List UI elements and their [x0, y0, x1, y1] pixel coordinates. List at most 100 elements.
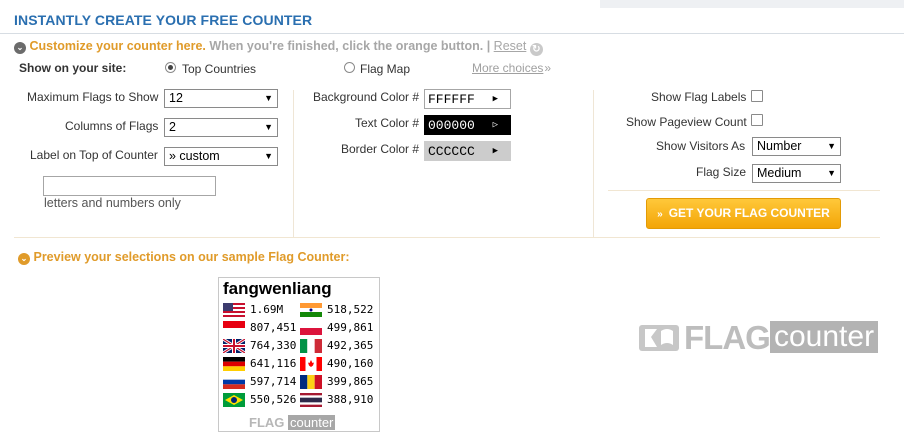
divider: [593, 90, 594, 237]
max-flags-label: Maximum Flags to Show: [27, 90, 159, 104]
dropdown-arrow-icon: ▼: [264, 122, 273, 132]
more-choices-label[interactable]: More choices: [472, 61, 543, 75]
gb-flag-icon: [223, 339, 245, 353]
label-top-value: » custom: [169, 149, 220, 163]
widget-logo: FLAG counter: [249, 415, 336, 430]
label-top-label: Label on Top of Counter: [30, 148, 158, 162]
max-flags-select[interactable]: 12 ▼: [164, 89, 278, 108]
visitor-count: 550,526: [250, 393, 297, 406]
th-flag-icon: [300, 393, 322, 407]
columns-label: Columns of Flags: [65, 119, 159, 133]
dropdown-arrow-icon: ▼: [827, 168, 836, 178]
page-title: INSTANTLY CREATE YOUR FREE COUNTER: [14, 12, 313, 28]
it-flag-icon: [300, 339, 322, 353]
columns-select[interactable]: 2 ▼: [164, 118, 278, 137]
visitor-count: 764,330: [250, 339, 297, 352]
subheader: ⌄ Customize your counter here. When you'…: [14, 39, 543, 56]
radio-top-countries-label[interactable]: Top Countries: [182, 62, 256, 76]
max-flags-value: 12: [169, 91, 183, 105]
visitor-count: 399,865: [327, 375, 374, 388]
visitor-count: 499,861: [327, 321, 374, 334]
visitor-count: 1.69M: [250, 303, 284, 316]
flag-counter-preview: fangwenliang 1.69M 518,522 807,451 499,8…: [218, 277, 380, 432]
subheader-rest: When you're finished, click the orange b…: [205, 39, 494, 53]
visitor-count: 518,522: [327, 303, 374, 316]
list-item: 764,330 492,365: [223, 337, 383, 355]
visitors-as-value: Number: [757, 139, 802, 153]
bg-color-label: Background Color #: [313, 90, 420, 104]
custom-label-input[interactable]: [43, 176, 216, 196]
chevron-down-icon: ⌄: [18, 253, 30, 265]
widget-logo-counter: counter: [288, 415, 336, 430]
columns-value: 2: [169, 120, 176, 134]
divider: [14, 237, 880, 238]
border-color-value: CCCCCC: [428, 144, 475, 159]
visitor-count: 641,116: [250, 357, 297, 370]
button-label: GET YOUR FLAG COUNTER: [668, 206, 830, 220]
refresh-icon[interactable]: ↻: [529, 43, 543, 56]
show-flag-labels-checkbox[interactable]: [751, 90, 763, 102]
list-item: 1.69M 518,522: [223, 301, 383, 319]
text-color-input[interactable]: 000000 ▷: [424, 115, 511, 135]
double-chevron-right-icon: »: [544, 61, 552, 75]
id-flag-icon: [223, 321, 245, 335]
divider: [293, 90, 294, 237]
visitors-as-select[interactable]: Number ▼: [752, 137, 841, 156]
top-gray-strip: [600, 0, 904, 8]
input-hint: letters and numbers only: [44, 196, 181, 210]
border-color-label: Border Color #: [341, 142, 420, 156]
color-picker-arrow-icon[interactable]: ▶: [493, 142, 498, 161]
radio-flag-map-label[interactable]: Flag Map: [360, 62, 410, 76]
logo-counter-text: counter: [770, 321, 879, 353]
flag-size-select[interactable]: Medium ▼: [752, 164, 841, 183]
ro-flag-icon: [300, 375, 322, 389]
label-top-select[interactable]: » custom ▼: [164, 147, 278, 166]
chevron-down-icon: ⌄: [14, 42, 26, 54]
bg-color-value: FFFFFF: [428, 92, 475, 107]
preview-label: Preview your selections on our sample Fl…: [33, 250, 350, 264]
color-picker-arrow-icon[interactable]: ▶: [493, 90, 498, 109]
border-color-input[interactable]: CCCCCC ▶: [424, 141, 511, 161]
visitors-as-label: Show Visitors As: [656, 139, 746, 153]
divider: [608, 190, 880, 191]
color-picker-arrow-icon[interactable]: ▷: [493, 116, 498, 135]
visitor-count: 807,451: [250, 321, 297, 334]
de-flag-icon: [223, 357, 245, 371]
dropdown-arrow-icon: ▼: [264, 93, 273, 103]
show-on-site-label: Show on your site:: [19, 61, 127, 75]
visitor-count: 597,714: [250, 375, 297, 388]
counter-title: fangwenliang: [223, 279, 332, 298]
show-pageview-label: Show Pageview Count: [626, 115, 747, 129]
list-item: 641,116 490,160: [223, 355, 383, 373]
pl-flag-icon: [300, 321, 322, 335]
preview-heading: ⌄ Preview your selections on our sample …: [18, 250, 350, 265]
list-item: 807,451 499,861: [223, 319, 383, 337]
us-flag-icon: [223, 303, 245, 317]
double-chevron-right-icon: »: [657, 209, 663, 220]
show-flag-labels-label: Show Flag Labels: [651, 90, 747, 104]
widget-logo-flag: FLAG: [249, 415, 285, 430]
visitor-count: 388,910: [327, 393, 374, 406]
ru-flag-icon: [223, 375, 245, 389]
radio-flag-map[interactable]: [344, 62, 355, 73]
visitor-count: 490,160: [327, 357, 374, 370]
ca-flag-icon: [300, 357, 322, 371]
dropdown-arrow-icon: ▼: [264, 151, 273, 161]
dropdown-arrow-icon: ▼: [827, 141, 836, 151]
bg-color-input[interactable]: FFFFFF ▶: [424, 89, 511, 109]
get-flag-counter-button[interactable]: » GET YOUR FLAG COUNTER: [646, 198, 841, 229]
text-color-value: 000000: [428, 118, 475, 133]
more-choices-link[interactable]: More choices»: [472, 61, 551, 75]
radio-top-countries[interactable]: [165, 62, 176, 73]
text-color-label: Text Color #: [355, 116, 420, 130]
flag-counter-logo-icon: [639, 325, 679, 351]
reset-link[interactable]: Reset: [494, 39, 527, 53]
show-pageview-checkbox[interactable]: [751, 114, 763, 126]
list-item: 597,714 399,865: [223, 373, 383, 391]
in-flag-icon: [300, 303, 322, 317]
flag-size-value: Medium: [757, 166, 802, 180]
logo-flag-text: FLAG: [684, 319, 771, 356]
visitor-count: 492,365: [327, 339, 374, 352]
br-flag-icon: [223, 393, 245, 407]
list-item: 550,526 388,910: [223, 391, 383, 409]
